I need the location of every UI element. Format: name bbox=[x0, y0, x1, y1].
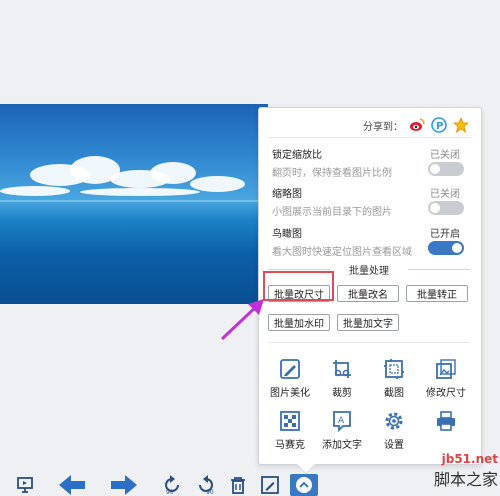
previous-button[interactable] bbox=[56, 474, 88, 496]
mosaic-icon bbox=[280, 411, 300, 431]
tool-resize[interactable]: 修改尺寸 bbox=[418, 358, 474, 399]
cloud bbox=[0, 186, 70, 196]
setting-desc: 看大图时快速定位图片查看区域 bbox=[272, 247, 412, 258]
edit-icon bbox=[261, 476, 279, 494]
thumbnail-toggle[interactable] bbox=[428, 201, 464, 215]
crop-icon bbox=[333, 360, 351, 378]
weibo-icon[interactable] bbox=[409, 117, 425, 133]
highlight-box bbox=[263, 271, 334, 301]
cloud bbox=[190, 176, 245, 192]
setting-state: 已开启 bbox=[430, 229, 460, 240]
rotate-right-button[interactable]: 90 bbox=[194, 474, 218, 496]
divider bbox=[268, 342, 470, 343]
tool-label: 裁剪 bbox=[332, 388, 352, 399]
setting-state: 已关闭 bbox=[430, 150, 460, 161]
setting-title: 缩略图 bbox=[272, 189, 302, 200]
pen-icon bbox=[280, 359, 300, 379]
setting-thumbnail: 缩略图 已关闭 小图展示当前目录下的图片 bbox=[272, 185, 468, 218]
birdseye-toggle[interactable] bbox=[428, 241, 464, 255]
tool-crop[interactable]: 裁剪 bbox=[314, 358, 370, 399]
bottom-toolbar: 90 90 bbox=[0, 472, 500, 496]
setting-lock-zoom: 锁定缩放比 已关闭 翻页时，保持查看图片比例 bbox=[272, 146, 468, 179]
next-button[interactable] bbox=[108, 474, 140, 496]
tool-label: 添加文字 bbox=[322, 440, 362, 451]
rotate-right-label: 90 bbox=[206, 489, 214, 496]
gear-icon bbox=[385, 412, 403, 430]
more-tools-button[interactable] bbox=[290, 474, 318, 496]
tool-mosaic[interactable]: 马赛克 bbox=[262, 410, 318, 451]
delete-icon bbox=[231, 477, 245, 494]
edit-button[interactable] bbox=[260, 474, 280, 496]
watermark-url: jb51.net bbox=[441, 452, 498, 466]
tool-label: 截图 bbox=[384, 388, 404, 399]
batch-rotate-button[interactable]: 批量转正 bbox=[406, 285, 468, 302]
svg-text:P: P bbox=[436, 121, 443, 132]
setting-desc: 小图展示当前目录下的图片 bbox=[272, 207, 392, 218]
tool-settings[interactable]: 设置 bbox=[366, 410, 422, 451]
divider bbox=[268, 269, 330, 270]
cloud bbox=[150, 162, 196, 184]
setting-state: 已关闭 bbox=[430, 189, 460, 200]
lock-zoom-toggle[interactable] bbox=[428, 162, 464, 176]
resize-icon bbox=[436, 359, 456, 379]
horizon-line bbox=[0, 200, 268, 202]
share-bar: 分享到： P bbox=[363, 117, 469, 133]
screenshot-icon bbox=[384, 359, 404, 379]
toggle-knob bbox=[430, 164, 440, 174]
setting-title: 鸟瞰图 bbox=[272, 229, 302, 240]
setting-desc: 翻页时，保持查看图片比例 bbox=[272, 168, 392, 179]
cloud bbox=[80, 188, 200, 196]
rotate-left-icon: 90 bbox=[165, 475, 179, 496]
batch-add-text-button[interactable]: 批量加文字 bbox=[337, 314, 399, 331]
tool-label: 修改尺寸 bbox=[426, 388, 466, 399]
rotate-left-button[interactable]: 90 bbox=[160, 474, 184, 496]
chevron-up-icon bbox=[296, 477, 312, 493]
tool-label: 设置 bbox=[384, 440, 404, 451]
next-arrow-icon bbox=[111, 475, 137, 495]
pointer-arrow-icon bbox=[220, 299, 264, 341]
tool-label: 图片美化 bbox=[270, 388, 310, 399]
tool-add-text[interactable]: A 添加文字 bbox=[314, 410, 370, 451]
star-icon[interactable] bbox=[453, 117, 469, 133]
tool-label: 马赛克 bbox=[275, 440, 305, 451]
divider bbox=[269, 137, 471, 138]
printer-icon bbox=[437, 411, 455, 431]
delete-button[interactable] bbox=[228, 474, 248, 496]
slideshow-button[interactable] bbox=[14, 474, 36, 496]
slideshow-icon bbox=[17, 477, 33, 493]
share-label: 分享到： bbox=[363, 121, 403, 133]
batch-title: 批量处理 bbox=[345, 266, 393, 277]
divider bbox=[408, 269, 470, 270]
p-share-icon[interactable]: P bbox=[431, 117, 447, 133]
rotate-left-label: 90 bbox=[166, 489, 174, 496]
rotate-right-icon: 90 bbox=[199, 475, 214, 496]
batch-watermark-button[interactable]: 批量加水印 bbox=[268, 314, 330, 331]
tool-screenshot[interactable]: 截图 bbox=[366, 358, 422, 399]
tool-print[interactable] bbox=[418, 410, 474, 436]
photo-preview bbox=[0, 104, 268, 304]
batch-rename-button[interactable]: 批量改名 bbox=[337, 285, 399, 302]
tool-beautify[interactable]: 图片美化 bbox=[262, 358, 318, 399]
prev-arrow-icon bbox=[59, 475, 85, 495]
setting-birdseye: 鸟瞰图 已开启 看大图时快速定位图片查看区域 bbox=[272, 225, 468, 258]
add-text-icon: A bbox=[333, 411, 351, 432]
toggle-knob bbox=[430, 203, 440, 213]
setting-title: 锁定缩放比 bbox=[272, 150, 322, 161]
toggle-knob bbox=[452, 243, 462, 253]
svg-text:A: A bbox=[338, 416, 345, 426]
